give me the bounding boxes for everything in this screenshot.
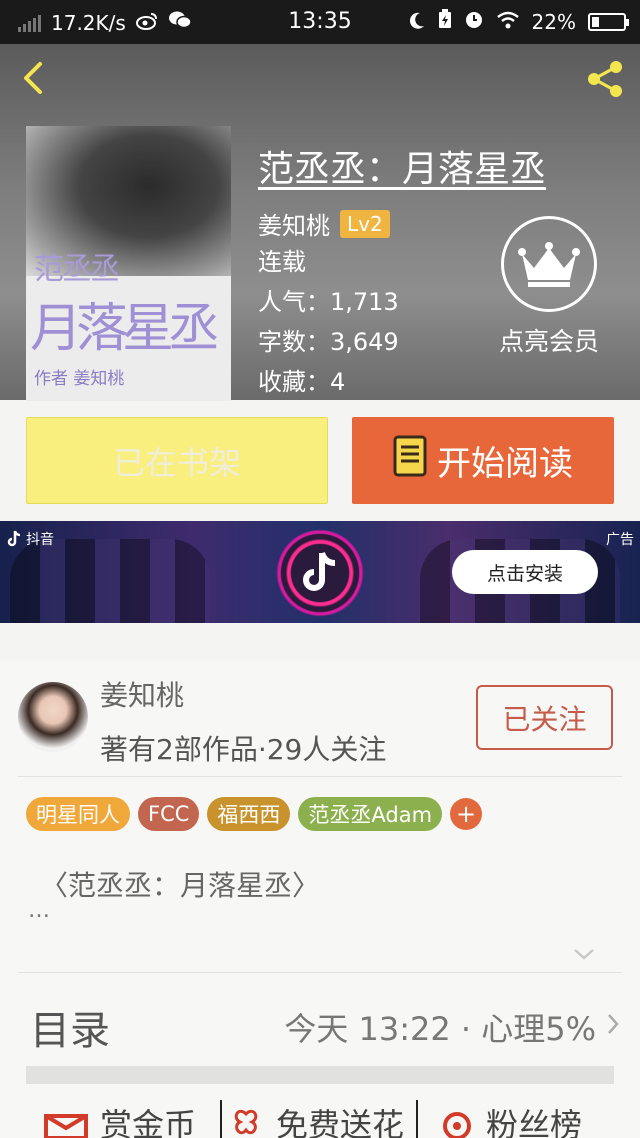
tag[interactable]: 福西西: [207, 797, 291, 831]
tiktok-small-icon: [7, 530, 21, 547]
share-button[interactable]: [582, 56, 628, 102]
envelope-icon: [44, 1114, 88, 1138]
alarm-icon: [464, 9, 484, 34]
expand-button[interactable]: [572, 946, 596, 965]
tag[interactable]: 范丞丞Adam: [298, 797, 443, 831]
vip-label: 点亮会员: [498, 327, 599, 356]
battery-percent: 22%: [531, 9, 576, 34]
divider: [18, 972, 622, 973]
back-button[interactable]: [14, 58, 54, 98]
divider: [416, 1100, 418, 1138]
level-badge: Lv2: [340, 209, 390, 238]
toc-label: 目录: [30, 1008, 110, 1054]
divider: [220, 1100, 222, 1138]
tag-list: 明星同人 FCC 福西西 范丞丞Adam +: [26, 797, 483, 831]
book-icon: [393, 435, 427, 486]
fans-ranking-button[interactable]: 粉丝榜: [440, 1100, 582, 1138]
book-title: 范丞丞：月落星丞: [258, 149, 547, 190]
table-of-contents-row[interactable]: 目录 今天 13:22 · 心理5%: [0, 992, 640, 1054]
reward-coins-label: 赏金币: [100, 1106, 197, 1138]
cover-title-big: 月落星丞: [30, 299, 220, 359]
divider: [18, 776, 622, 777]
ad-brand-label: 抖音: [26, 532, 54, 548]
book-favorites: 收藏：4: [258, 368, 346, 396]
reward-coins-button[interactable]: 赏金币: [44, 1100, 196, 1138]
flower-icon: [234, 1109, 258, 1135]
ad-label: 广告: [606, 532, 634, 548]
start-reading-button[interactable]: 开始阅读: [352, 417, 614, 504]
avatar[interactable]: [18, 682, 88, 752]
intro-ellipsis: …: [28, 898, 50, 923]
start-reading-label: 开始阅读: [437, 444, 573, 484]
install-button[interactable]: 点击安装: [452, 550, 598, 594]
back-arrow-icon: [24, 62, 42, 94]
ad-artwork-left: [10, 539, 210, 623]
on-shelf-button[interactable]: 已在书架: [26, 417, 328, 504]
ranking-icon: [443, 1112, 471, 1138]
ad-brand: 抖音: [6, 529, 54, 549]
toc-latest-update: 今天 13:22 · 心理5%: [284, 1010, 596, 1048]
moon-icon: [408, 10, 426, 34]
book-header: 范丞丞 月落星丞 作者 姜知桃 范丞丞：月落星丞 姜知桃 Lv2 连载 人气：1…: [0, 44, 640, 401]
tag[interactable]: FCC: [138, 797, 200, 831]
book-cover[interactable]: 范丞丞 月落星丞 作者 姜知桃: [26, 126, 231, 401]
share-icon: [588, 61, 622, 97]
chevron-right-icon: [606, 1012, 620, 1040]
status-bar: 17.2K/s 13:35 22%: [0, 0, 640, 44]
author-name[interactable]: 姜知桃: [100, 674, 184, 714]
section-separator: [26, 1066, 614, 1084]
charging-icon: [438, 9, 452, 34]
fans-ranking-label: 粉丝榜: [486, 1106, 583, 1138]
vip-button[interactable]: 点亮会员: [492, 216, 606, 358]
ad-banner[interactable]: 抖音 广告 点击安装: [0, 521, 640, 623]
chevron-down-icon: [574, 949, 594, 960]
tag[interactable]: 明星同人: [26, 797, 130, 831]
follow-button[interactable]: 已关注: [476, 685, 613, 750]
bottom-action-bar: 赏金币 免费送花 粉丝榜: [0, 1100, 640, 1138]
send-flowers-label: 免费送花: [276, 1106, 405, 1138]
send-flowers-button[interactable]: 免费送花: [228, 1100, 404, 1138]
tiktok-icon: [276, 529, 364, 617]
intro-title: 〈范丞丞：月落星丞〉: [40, 869, 321, 902]
wifi-icon: [496, 10, 520, 34]
cover-author: 作者 姜知桃: [34, 369, 125, 389]
author-stats: 著有2部作品·29人关注: [100, 733, 387, 766]
book-author[interactable]: 姜知桃: [258, 206, 330, 241]
cover-title-small: 范丞丞: [34, 252, 120, 287]
add-tag-button[interactable]: +: [450, 798, 483, 830]
battery-icon: [588, 12, 629, 31]
crown-icon: [501, 216, 597, 312]
